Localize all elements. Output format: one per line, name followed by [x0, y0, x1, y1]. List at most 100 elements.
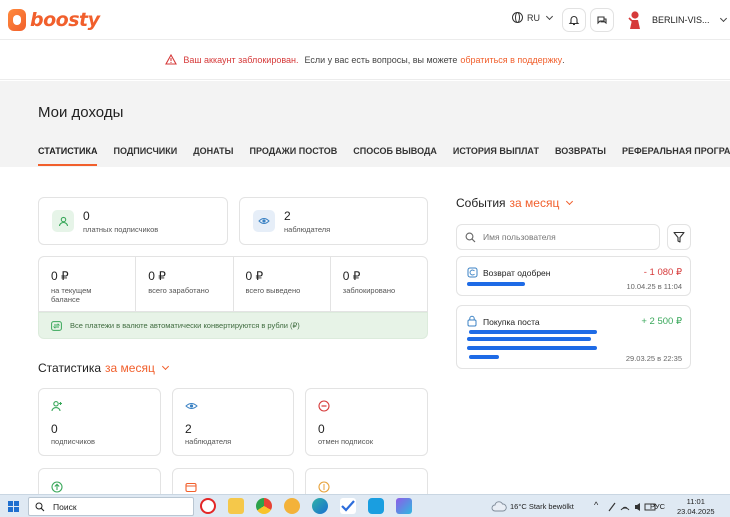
- balance-earned-label: всего заработано: [148, 286, 209, 295]
- logo-text: boosty: [30, 9, 100, 31]
- filter-button[interactable]: [667, 224, 691, 250]
- balance-current-label: на текущем балансе: [51, 286, 92, 305]
- balance-blocked: 0 ₽ заблокировано: [331, 257, 427, 311]
- stat-followers-label: наблюдателя: [185, 437, 232, 446]
- balance-current: 0 ₽ на текущем балансе: [39, 257, 137, 311]
- app-icon[interactable]: [396, 498, 412, 514]
- support-link[interactable]: обратиться в поддержку: [460, 55, 562, 65]
- redacted-text: [467, 337, 591, 341]
- redacted-text: [469, 330, 597, 334]
- event-title: Покупка поста: [483, 317, 540, 327]
- taskbar-search-label: Поиск: [53, 501, 77, 512]
- globe-icon: [512, 12, 523, 23]
- coin-icon: [318, 481, 330, 493]
- balance-stats: 0 ₽ на текущем балансе 0 ₽ всего заработ…: [38, 256, 428, 312]
- lock-icon: [467, 315, 477, 327]
- clock[interactable]: 11:01 23.04.2025: [677, 497, 715, 516]
- balance-withdrawn-label: всего выведено: [245, 286, 301, 295]
- tab-refunds[interactable]: ВОЗВРАТЫ: [555, 146, 606, 166]
- events-period-selector[interactable]: за месяц: [510, 196, 560, 210]
- todo-icon[interactable]: [340, 498, 356, 514]
- blocked-account-banner: Ваш аккаунт заблокирован. Если у вас ест…: [0, 40, 730, 80]
- followers-value: 2: [284, 209, 291, 223]
- event-post-purchase[interactable]: Покупка поста + 2 500 ₽ 29.03.25 в 22:35: [456, 305, 691, 369]
- event-date: 29.03.25 в 22:35: [625, 354, 682, 363]
- statistics-title: Статистика за месяц: [38, 361, 169, 375]
- chevron-down-icon: [719, 14, 727, 23]
- exchange-icon: [51, 320, 62, 331]
- boosty-logo[interactable]: boosty: [8, 9, 100, 31]
- balance-earned: 0 ₽ всего заработано: [136, 257, 234, 311]
- notifications-button[interactable]: [562, 8, 586, 32]
- opera-icon[interactable]: [200, 498, 216, 514]
- weather-cloud-icon: [491, 501, 507, 512]
- balance-withdrawn: 0 ₽ всего выведено: [234, 257, 331, 311]
- windows-taskbar: Поиск 16°C Stark bewölkt ^ РУС 11:01 23.…: [0, 494, 730, 517]
- event-refund[interactable]: Возврат одобрен - 1 080 ₽ 10.04.25 в 11:…: [456, 256, 691, 296]
- statistics-title-text: Статистика: [38, 361, 102, 375]
- stat-cancellations-label: отмен подписок: [318, 437, 373, 446]
- filter-icon: [673, 231, 685, 243]
- stat-subscribers-value: 0: [51, 422, 58, 436]
- warning-icon: [165, 54, 178, 65]
- avatar: [628, 11, 640, 29]
- tab-statistics[interactable]: СТАТИСТИКА: [38, 146, 98, 166]
- arrow-up-circle-icon: [51, 481, 63, 493]
- clock-date: 23.04.2025: [677, 507, 715, 516]
- tab-post-sales[interactable]: ПРОДАЖИ ПОСТОВ: [249, 146, 337, 166]
- username-search[interactable]: Имя пользователя: [456, 224, 660, 250]
- bell-icon: [568, 16, 580, 26]
- tab-donations[interactable]: ДОНАТЫ: [193, 146, 233, 166]
- language-selector[interactable]: RU: [512, 12, 554, 23]
- search-icon: [465, 232, 476, 242]
- redacted-text: [469, 355, 499, 359]
- stat-card-followers: 2 наблюдателя: [172, 388, 294, 456]
- redacted-username: [467, 282, 525, 286]
- clock-time: 11:01: [686, 497, 705, 506]
- banner-end: .: [562, 54, 565, 65]
- boosty-logo-icon: [8, 9, 26, 31]
- statistics-period-selector[interactable]: за месяц: [105, 361, 155, 375]
- windows-start-icon[interactable]: [8, 501, 19, 512]
- eye-icon: [185, 403, 198, 409]
- event-title: Возврат одобрен: [483, 268, 551, 278]
- language-label: RU: [527, 12, 540, 23]
- balance-blocked-label: заблокировано: [342, 286, 396, 295]
- paid-subscribers-value: 0: [83, 209, 90, 223]
- messages-button[interactable]: [590, 8, 614, 32]
- user-menu[interactable]: BERLIN-VIS...: [626, 10, 727, 30]
- wallet-icon: [185, 482, 197, 493]
- event-amount: + 2 500 ₽: [641, 316, 682, 327]
- paid-subscribers-label: платных подписчиков: [83, 225, 159, 234]
- browser-icon[interactable]: [284, 498, 300, 514]
- input-language[interactable]: РУС: [650, 502, 665, 511]
- stat-card-subscribers: 0 подписчиков: [38, 388, 161, 456]
- stat-followers-value: 2: [185, 422, 192, 436]
- tray-chevron-up-icon[interactable]: ^: [594, 500, 598, 510]
- weather-text[interactable]: 16°C Stark bewölkt: [510, 502, 574, 511]
- page-title: Мои доходы: [38, 104, 124, 121]
- balance-blocked-value: 0 ₽: [342, 269, 361, 283]
- chrome-icon[interactable]: [256, 498, 272, 514]
- edge-icon[interactable]: [312, 498, 328, 514]
- skype-icon[interactable]: [368, 498, 384, 514]
- tab-subscribers[interactable]: ПОДПИСЧИКИ: [113, 146, 177, 166]
- eye-icon: [253, 210, 275, 232]
- stat-card-cancellations: 0 отмен подписок: [305, 388, 428, 456]
- user-plus-icon: [51, 401, 62, 412]
- top-bar: boosty RU BERLIN-VIS...: [0, 0, 730, 40]
- event-date: 10.04.25 в 11:04: [626, 282, 682, 291]
- file-explorer-icon[interactable]: [228, 498, 244, 514]
- chat-icon: [597, 16, 607, 25]
- stat-cancellations-value: 0: [318, 422, 325, 436]
- balance-withdrawn-value: 0 ₽: [245, 269, 264, 283]
- currency-note-text: Все платежи в валюте автоматически конве…: [70, 321, 300, 330]
- banner-strong-text: Ваш аккаунт заблокирован.: [183, 54, 299, 65]
- page-root: boosty RU BERLIN-VIS... Ваш аккаунт забл…: [0, 0, 730, 517]
- redacted-text: [467, 346, 597, 350]
- tab-payout-method[interactable]: СПОСОБ ВЫВОДА: [353, 146, 437, 166]
- tab-payout-history[interactable]: ИСТОРИЯ ВЫПЛАТ: [453, 146, 539, 166]
- followers-card: 2 наблюдателя: [239, 197, 428, 245]
- tab-referral[interactable]: РЕФЕРАЛЬНАЯ ПРОГРАММА: [622, 146, 730, 166]
- taskbar-search[interactable]: Поиск: [28, 497, 194, 516]
